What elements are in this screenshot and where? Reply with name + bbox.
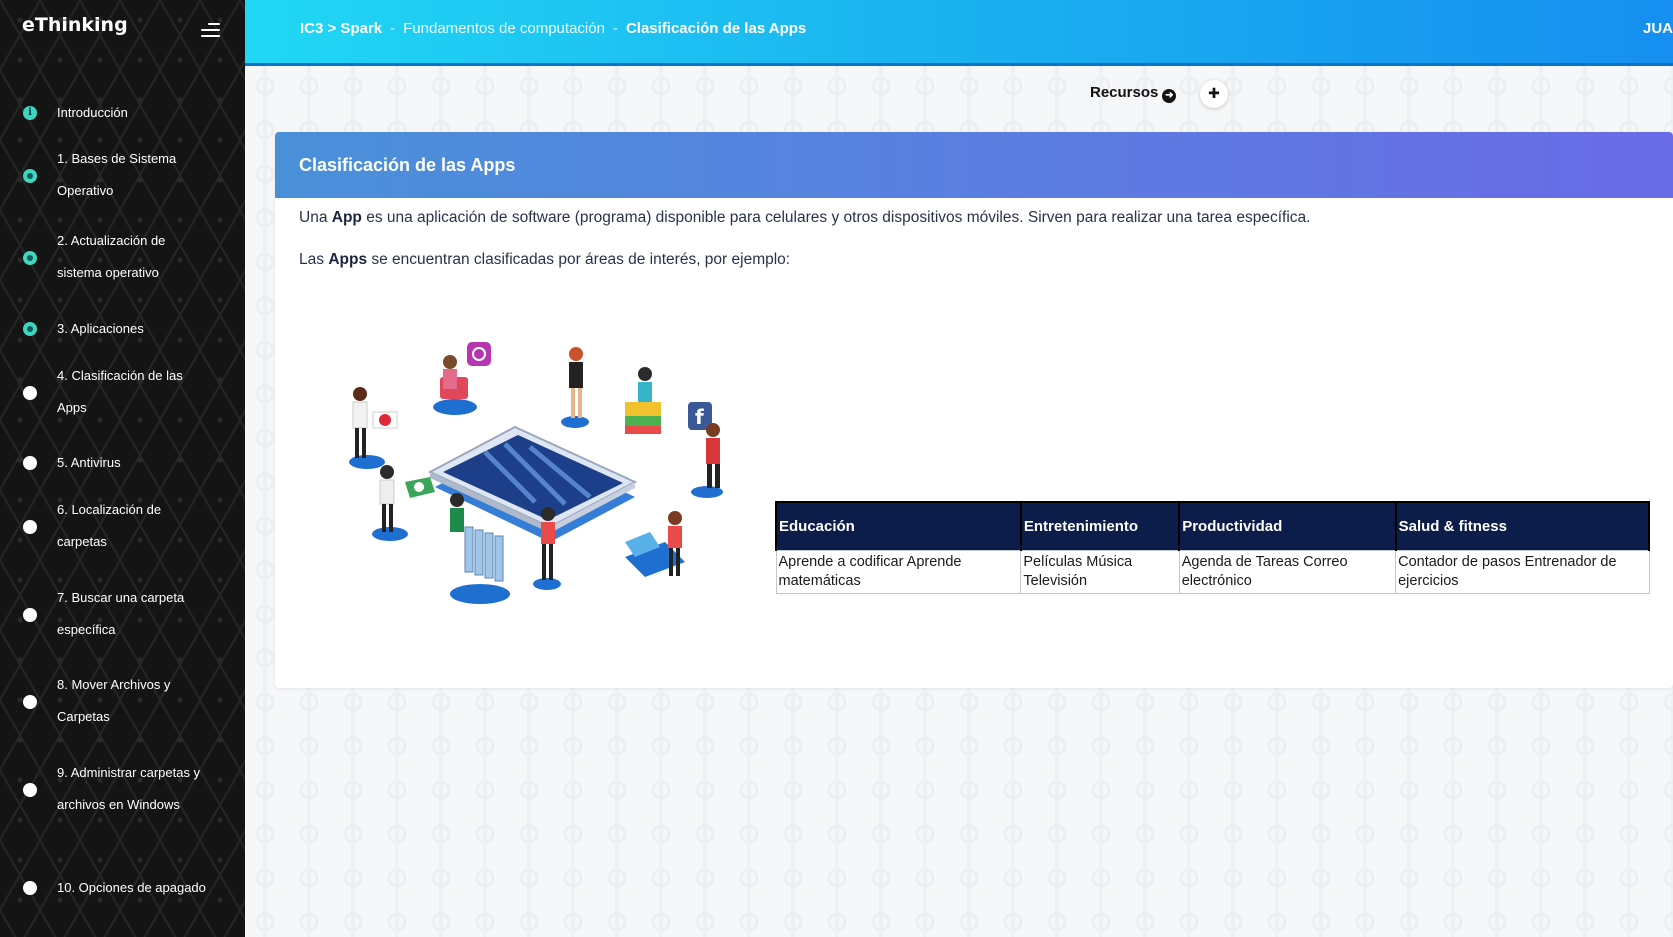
sidebar-item-label: 5. Antivirus xyxy=(57,455,121,470)
text-segment: Las xyxy=(299,251,329,268)
main-content: Recursos ➜ ✚ Clasificación de las Apps Un… xyxy=(245,66,1673,937)
pending-dot-icon xyxy=(23,608,37,622)
sidebar-item-label: 10. Opciones de apagado xyxy=(57,880,206,895)
sidebar: eThinking i Introducción 1. Bases de Sis… xyxy=(0,0,245,937)
sidebar-item-label: 4. Clasificación de las Apps xyxy=(57,368,183,415)
user-name[interactable]: JUA xyxy=(1643,20,1673,37)
sidebar-item-label: Introducción xyxy=(57,105,128,120)
table-header-row: Educación Entretenimiento Productividad … xyxy=(775,501,1651,550)
table-header-cell: Educación xyxy=(775,501,1022,550)
classification-paragraph: Las Apps se encuentran clasificadas por … xyxy=(299,251,790,269)
sidebar-item-actualizacion-so[interactable]: 2. Actualización de sistema operativo xyxy=(0,233,245,303)
table-cell: Agenda de Tareas Correo electrónico xyxy=(1178,549,1397,594)
text-highlight: Apps xyxy=(328,251,368,268)
table-header-cell: Entretenimiento xyxy=(1019,501,1181,550)
sidebar-item-label: 8. Mover Archivos y Carpetas xyxy=(57,677,171,724)
table-cell: Contador de pasos Entrenador de ejercici… xyxy=(1395,549,1650,594)
intro-paragraph: Una App es una aplicación de software (p… xyxy=(299,209,1310,227)
puzzle-icon[interactable]: ✚ xyxy=(1200,80,1228,108)
sidebar-item-mover-archivos[interactable]: 8. Mover Archivos y Carpetas xyxy=(0,677,245,747)
sidebar-item-label: 2. Actualización de sistema operativo xyxy=(57,233,166,280)
text-highlight: App xyxy=(331,209,362,226)
resources-label: Recursos xyxy=(1090,84,1159,101)
sidebar-item-bases-sistema-operativo[interactable]: 1. Bases de Sistema Operativo xyxy=(0,151,245,221)
sidebar-item-label: 6. Localización de carpetas xyxy=(57,502,162,549)
sidebar-item-localizacion-carpetas[interactable]: 6. Localización de carpetas xyxy=(0,502,245,572)
sidebar-item-clasificacion-apps[interactable]: 4. Clasificación de las Apps xyxy=(0,368,245,438)
info-icon: i xyxy=(23,106,37,120)
pending-dot-icon xyxy=(23,783,37,797)
breadcrumb-separator: - xyxy=(612,20,618,37)
menu-toggle-icon[interactable] xyxy=(201,23,220,37)
pending-dot-icon xyxy=(23,695,37,709)
sidebar-item-opciones-apagado[interactable]: 10. Opciones de apagado xyxy=(0,880,245,921)
sidebar-item-label: 9. Administrar carpetas y archivos en Wi… xyxy=(57,765,201,812)
svg-text:f: f xyxy=(695,405,704,429)
sidebar-item-label: 1. Bases de Sistema Operativo xyxy=(57,151,177,198)
sidebar-item-administrar-carpetas[interactable]: 9. Administrar carpetas y archivos en Wi… xyxy=(0,765,245,835)
table-header-cell: Salud & fitness xyxy=(1394,501,1651,550)
apps-illustration: f xyxy=(349,342,723,604)
sidebar-item-label: 3. Aplicaciones xyxy=(57,321,144,336)
card-title: Clasificación de las Apps xyxy=(275,132,1673,198)
completed-dot-icon xyxy=(23,322,37,336)
table-cell: Películas Música Televisión xyxy=(1020,549,1180,594)
table-row: Aprende a codificar Aprende matemáticas … xyxy=(775,549,1650,594)
sidebar-item-buscar-carpeta[interactable]: 7. Buscar una carpeta específica xyxy=(0,590,245,660)
resources-button[interactable]: Recursos ➜ xyxy=(1090,84,1177,103)
breadcrumb-root[interactable]: IC3 > Spark xyxy=(300,20,382,37)
sidebar-item-antivirus[interactable]: 5. Antivirus xyxy=(0,444,245,484)
pending-dot-icon xyxy=(23,386,37,400)
pending-dot-icon xyxy=(23,520,37,534)
sidebar-item-aplicaciones[interactable]: 3. Aplicaciones xyxy=(0,310,245,350)
breadcrumb-separator: - xyxy=(390,20,396,37)
brand-logo[interactable]: eThinking xyxy=(22,14,128,36)
pending-dot-icon xyxy=(23,456,37,470)
table-cell: Aprende a codificar Aprende matemáticas xyxy=(775,549,1022,594)
arrow-circle-right-icon: ➜ xyxy=(1162,89,1177,103)
text-segment: es una aplicación de software (programa)… xyxy=(361,209,1311,226)
table-header-cell: Productividad xyxy=(1178,501,1397,550)
lesson-card: Clasificación de las Apps Una App es una… xyxy=(275,132,1673,688)
breadcrumb-course[interactable]: Fundamentos de computación xyxy=(403,20,605,37)
top-bar: IC3 > Spark - Fundamentos de computación - C… xyxy=(245,0,1673,66)
breadcrumb-current: Clasificación de las Apps xyxy=(625,20,807,37)
apps-classification-table: Educación Entretenimiento Productividad … xyxy=(775,501,1651,594)
completed-dot-icon xyxy=(23,251,37,265)
completed-dot-icon xyxy=(23,169,37,183)
sidebar-item-introduccion[interactable]: i Introducción xyxy=(0,92,245,132)
breadcrumb: IC3 > Spark - Fundamentos de computación - C… xyxy=(300,20,806,37)
sidebar-item-label: 7. Buscar una carpeta específica xyxy=(57,590,185,637)
pending-dot-icon xyxy=(23,881,37,895)
text-segment: Una xyxy=(299,209,332,226)
text-segment: se encuentran clasificadas por áreas de … xyxy=(367,251,791,268)
